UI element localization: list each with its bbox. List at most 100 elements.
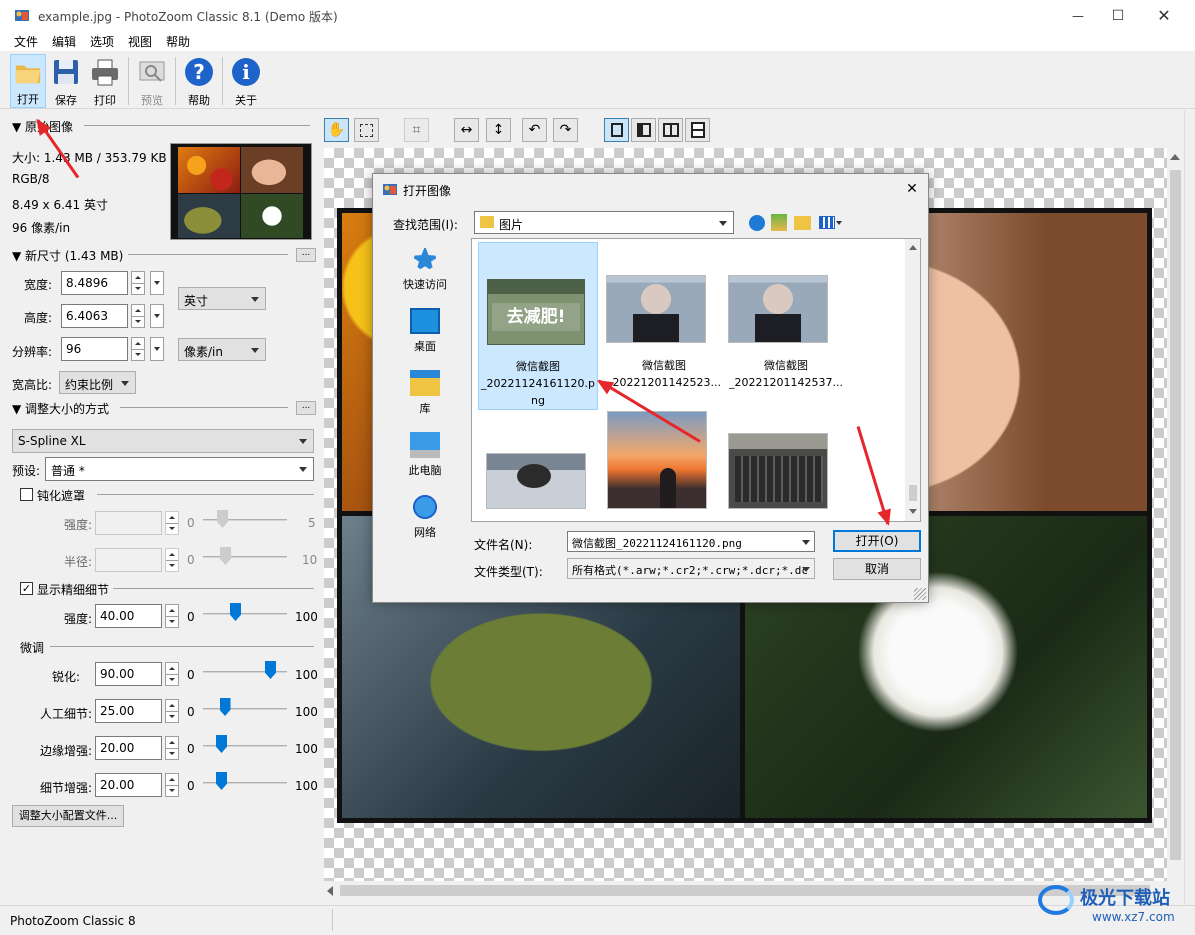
unsharp-radius-input[interactable] xyxy=(95,548,162,572)
unsharp-mask-checkbox[interactable] xyxy=(20,488,33,501)
unsharp-radius-slider[interactable] xyxy=(220,547,231,565)
single-view-button[interactable] xyxy=(604,118,629,142)
status-bar: PhotoZoom Classic 8 xyxy=(0,905,1195,935)
artifact-detail-spinner[interactable] xyxy=(165,699,179,723)
height-input[interactable]: 6.4063 xyxy=(61,304,128,328)
detail-strength-spinner[interactable] xyxy=(165,604,179,628)
fit-width-button[interactable]: ↔ xyxy=(454,118,479,142)
preset-select[interactable]: 普通 * xyxy=(45,457,314,481)
sharpen-slider[interactable] xyxy=(265,661,276,679)
printer-icon xyxy=(92,59,118,86)
file-item[interactable]: 微信截图 _20221201142523... xyxy=(604,242,724,410)
resolution-input[interactable]: 96 xyxy=(61,337,128,361)
detail-enhance-spinner[interactable] xyxy=(165,773,179,797)
file-item-selected[interactable]: 去减肥! 微信截图 _20221124161120.p ng xyxy=(478,242,598,410)
help-button[interactable]: ? 帮助 xyxy=(181,54,217,108)
detail-enhance-input[interactable]: 20.00 xyxy=(95,773,162,797)
dialog-open-button[interactable]: 打开(O) xyxy=(833,530,921,552)
menu-help[interactable]: 帮助 xyxy=(166,33,190,50)
place-desktop[interactable]: 桌面 xyxy=(385,308,465,354)
rotate-left-button[interactable]: ↶ xyxy=(522,118,547,142)
filetype-select[interactable]: 所有格式(*.arw;*.cr2;*.crw;*.dcr;*.dc xyxy=(567,558,815,579)
unsharp-strength-slider[interactable] xyxy=(217,510,228,528)
slider-max: 100 xyxy=(295,668,318,682)
unsharp-strength-spinner[interactable] xyxy=(165,511,179,535)
edge-enhance-spinner[interactable] xyxy=(165,736,179,760)
menu-options[interactable]: 选项 xyxy=(90,33,114,50)
view-menu-icon[interactable] xyxy=(819,216,835,229)
width-spinner[interactable] xyxy=(131,271,145,295)
resolution-menu[interactable] xyxy=(150,337,164,361)
rotate-right-button[interactable]: ↷ xyxy=(553,118,578,142)
algorithm-select[interactable]: S-Spline XL xyxy=(12,429,314,453)
file-thumbnail-keyboard[interactable] xyxy=(728,433,828,509)
filename-dropdown-icon[interactable] xyxy=(802,540,810,545)
maximize-button[interactable]: ☐ xyxy=(1095,0,1141,31)
print-button[interactable]: 打印 xyxy=(87,54,123,108)
height-spinner[interactable] xyxy=(131,304,145,328)
close-button[interactable]: ✕ xyxy=(1141,0,1187,31)
menu-edit[interactable]: 编辑 xyxy=(52,33,76,50)
detail-enhance-slider[interactable] xyxy=(216,772,227,790)
file-item[interactable]: 微信截图 _20221201142537... xyxy=(726,242,846,410)
sharpen-spinner[interactable] xyxy=(165,662,179,686)
dialog-close-button[interactable]: ✕ xyxy=(897,176,927,202)
file-list[interactable]: 去减肥! 微信截图 _20221124161120.p ng 微信截图 _202212… xyxy=(471,238,921,522)
resolution-unit-select[interactable]: 像素/in xyxy=(178,338,266,361)
menu-file[interactable]: 文件 xyxy=(14,33,38,50)
unit-select[interactable]: 英寸 xyxy=(178,287,266,310)
width-menu[interactable] xyxy=(150,271,164,295)
filename-input[interactable]: 微信截图_20221124161120.png xyxy=(567,531,815,552)
save-button[interactable]: 保存 xyxy=(48,54,84,108)
detail-strength-input[interactable]: 40.00 xyxy=(95,604,162,628)
file-thumbnail xyxy=(728,275,828,343)
fine-detail-checkbox[interactable]: ✓ xyxy=(20,582,33,595)
fit-height-button[interactable]: ↕ xyxy=(486,118,511,142)
new-size-more-button[interactable]: ... xyxy=(296,248,316,262)
resize-method-header[interactable]: ▼ 调整大小的方式 xyxy=(12,400,109,417)
top-bottom-button[interactable] xyxy=(685,118,710,142)
resolution-spinner[interactable] xyxy=(131,337,145,361)
height-menu[interactable] xyxy=(150,304,164,328)
crop-button[interactable]: ⌗ xyxy=(404,118,429,142)
width-input[interactable]: 8.4896 xyxy=(61,271,128,295)
open-button[interactable]: 打开 xyxy=(10,54,46,108)
sharpen-input[interactable]: 90.00 xyxy=(95,662,162,686)
method-more-button[interactable]: ... xyxy=(296,401,316,415)
filetype-dropdown-icon[interactable] xyxy=(802,567,810,572)
look-in-select[interactable]: 图片 xyxy=(474,211,734,234)
up-folder-icon[interactable] xyxy=(771,214,787,231)
edge-enhance-slider[interactable] xyxy=(216,735,227,753)
resize-profile-button[interactable]: 调整大小配置文件... xyxy=(12,805,124,827)
vertical-arrows-icon: ↕ xyxy=(492,122,505,138)
preview-button[interactable]: 预览 xyxy=(134,54,170,108)
side-by-side-button[interactable] xyxy=(658,118,683,142)
view-dropdown-icon[interactable] xyxy=(836,221,842,225)
divider xyxy=(128,254,288,255)
back-icon[interactable] xyxy=(749,215,765,231)
place-this-pc[interactable]: 此电脑 xyxy=(385,432,465,478)
unsharp-strength-input[interactable] xyxy=(95,511,162,535)
menu-view[interactable]: 视图 xyxy=(128,33,152,50)
place-libraries[interactable]: 库 xyxy=(385,370,465,416)
split-view-button[interactable] xyxy=(631,118,656,142)
detail-strength-slider[interactable] xyxy=(230,603,241,621)
vertical-scrollbar[interactable] xyxy=(1167,148,1184,881)
file-list-scrollbar[interactable] xyxy=(905,239,920,521)
aspect-select[interactable]: 约束比例 xyxy=(59,371,136,394)
place-quick-access[interactable]: 快速访问 xyxy=(385,246,465,292)
new-size-header[interactable]: ▼ 新尺寸 (1.43 MB) xyxy=(12,247,123,264)
unsharp-radius-spinner[interactable] xyxy=(165,548,179,572)
resize-grip[interactable] xyxy=(914,588,926,600)
dialog-cancel-button[interactable]: 取消 xyxy=(833,558,921,580)
new-folder-icon[interactable] xyxy=(794,216,811,230)
file-thumbnail-sunset[interactable] xyxy=(607,411,707,509)
about-button[interactable]: i 关于 xyxy=(228,54,264,108)
file-thumbnail-girl[interactable] xyxy=(486,453,586,509)
artifact-detail-slider[interactable] xyxy=(219,698,231,716)
artifact-detail-input[interactable]: 25.00 xyxy=(95,699,162,723)
select-tool-button[interactable] xyxy=(354,118,379,142)
place-network[interactable]: 网络 xyxy=(385,494,465,540)
edge-enhance-input[interactable]: 20.00 xyxy=(95,736,162,760)
hand-tool-button[interactable]: ✋ xyxy=(324,118,349,142)
